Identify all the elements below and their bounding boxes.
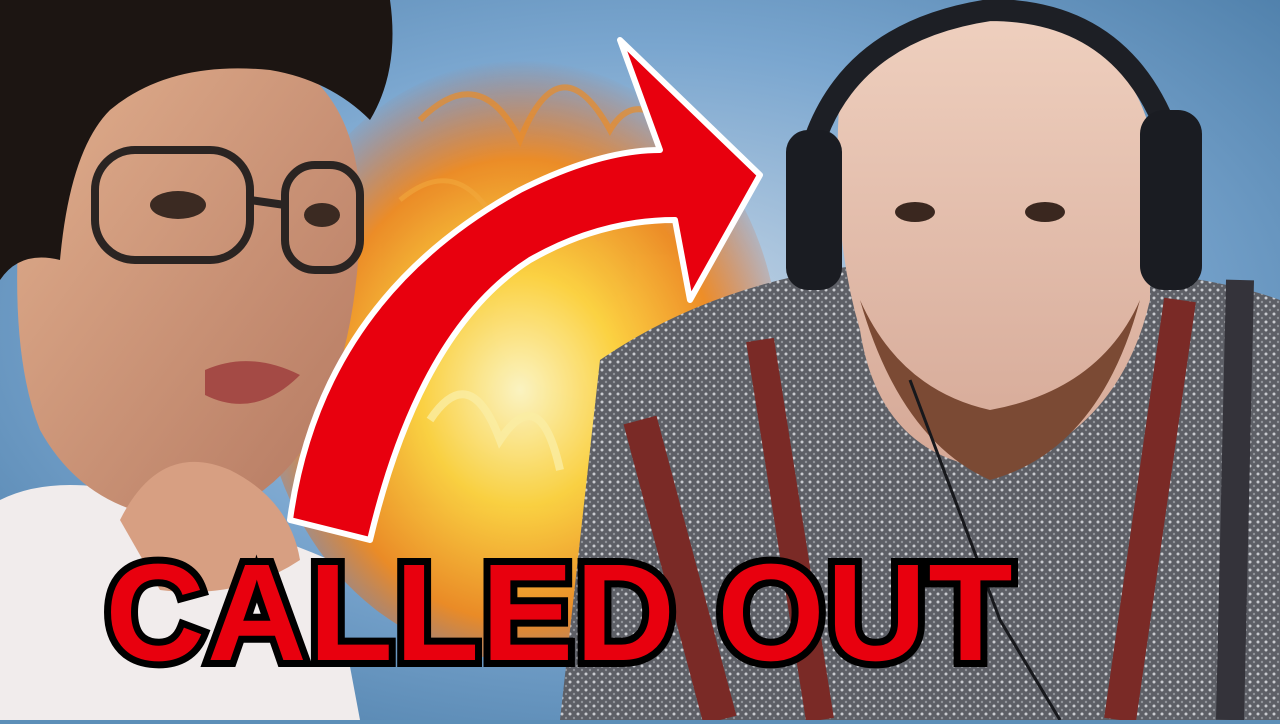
- caption-text-block: CALLED OUT: [0, 520, 1280, 720]
- caption-text: CALLED OUT: [105, 536, 1014, 690]
